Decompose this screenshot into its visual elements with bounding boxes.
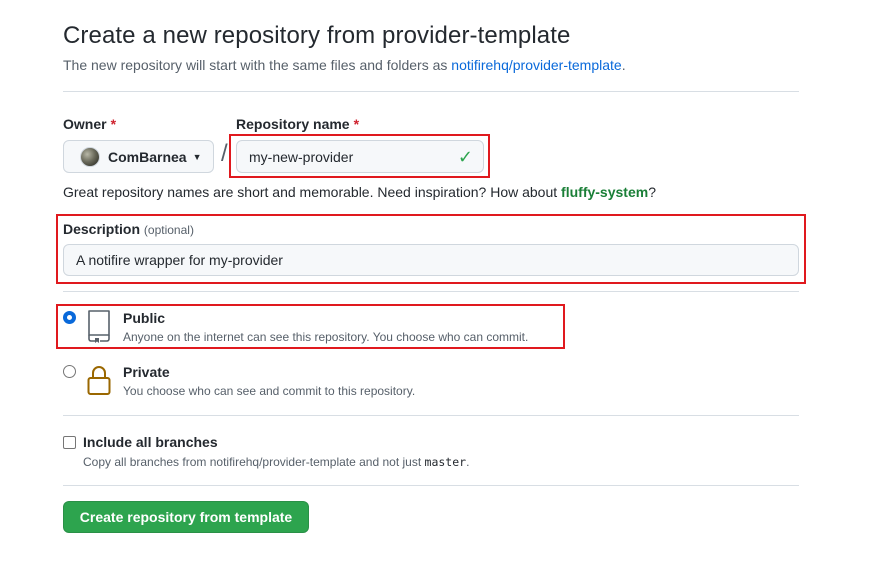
page-title: Create a new repository from provider-te… (63, 22, 571, 49)
branch-name: master (424, 455, 467, 469)
private-title: Private (123, 364, 170, 380)
lock-icon (86, 364, 112, 401)
divider (63, 291, 799, 292)
template-link[interactable]: notifirehq/provider-template (451, 57, 621, 73)
include-branches-note: Copy all branches from notifirehq/provid… (83, 455, 469, 469)
include-branches-label: Include all branches (83, 434, 218, 450)
caret-down-icon: ▼ (192, 151, 202, 162)
subtitle-suffix: . (621, 57, 626, 73)
owner-label-text: Owner (63, 116, 107, 132)
page-subtitle: The new repository will start with the s… (63, 57, 626, 73)
repo-name-label-text: Repository name (236, 116, 350, 132)
owner-value: ComBarnea (108, 148, 187, 165)
avatar (80, 146, 100, 167)
create-repository-button[interactable]: Create repository from template (63, 501, 309, 533)
create-repo-page: Create a new repository from provider-te… (0, 0, 896, 569)
name-hint: Great repository names are short and mem… (63, 184, 656, 200)
highlight-box (56, 304, 565, 349)
divider (63, 91, 799, 92)
include-branches-checkbox[interactable] (63, 436, 76, 449)
owner-select-button[interactable]: ComBarnea ▼ (63, 140, 214, 173)
owner-repo-separator: / (221, 140, 228, 167)
highlight-box (229, 134, 490, 178)
include-branches-note-text: Copy all branches from notifirehq/provid… (83, 455, 422, 469)
private-radio[interactable] (63, 365, 76, 378)
divider (63, 485, 799, 486)
divider (63, 415, 799, 416)
name-hint-suffix: ? (648, 184, 656, 200)
subtitle-prefix: The new repository will start with the s… (63, 57, 448, 73)
required-mark: * (110, 116, 117, 132)
include-branches-note-suffix: . (466, 455, 470, 469)
repo-name-label: Repository name * (236, 116, 359, 132)
owner-label: Owner * (63, 116, 116, 132)
private-note: You choose who can see and commit to thi… (123, 384, 416, 398)
highlight-box (56, 214, 806, 284)
required-mark: * (353, 116, 360, 132)
name-hint-text: Great repository names are short and mem… (63, 184, 558, 200)
name-suggestion-link[interactable]: fluffy-system (561, 184, 648, 200)
